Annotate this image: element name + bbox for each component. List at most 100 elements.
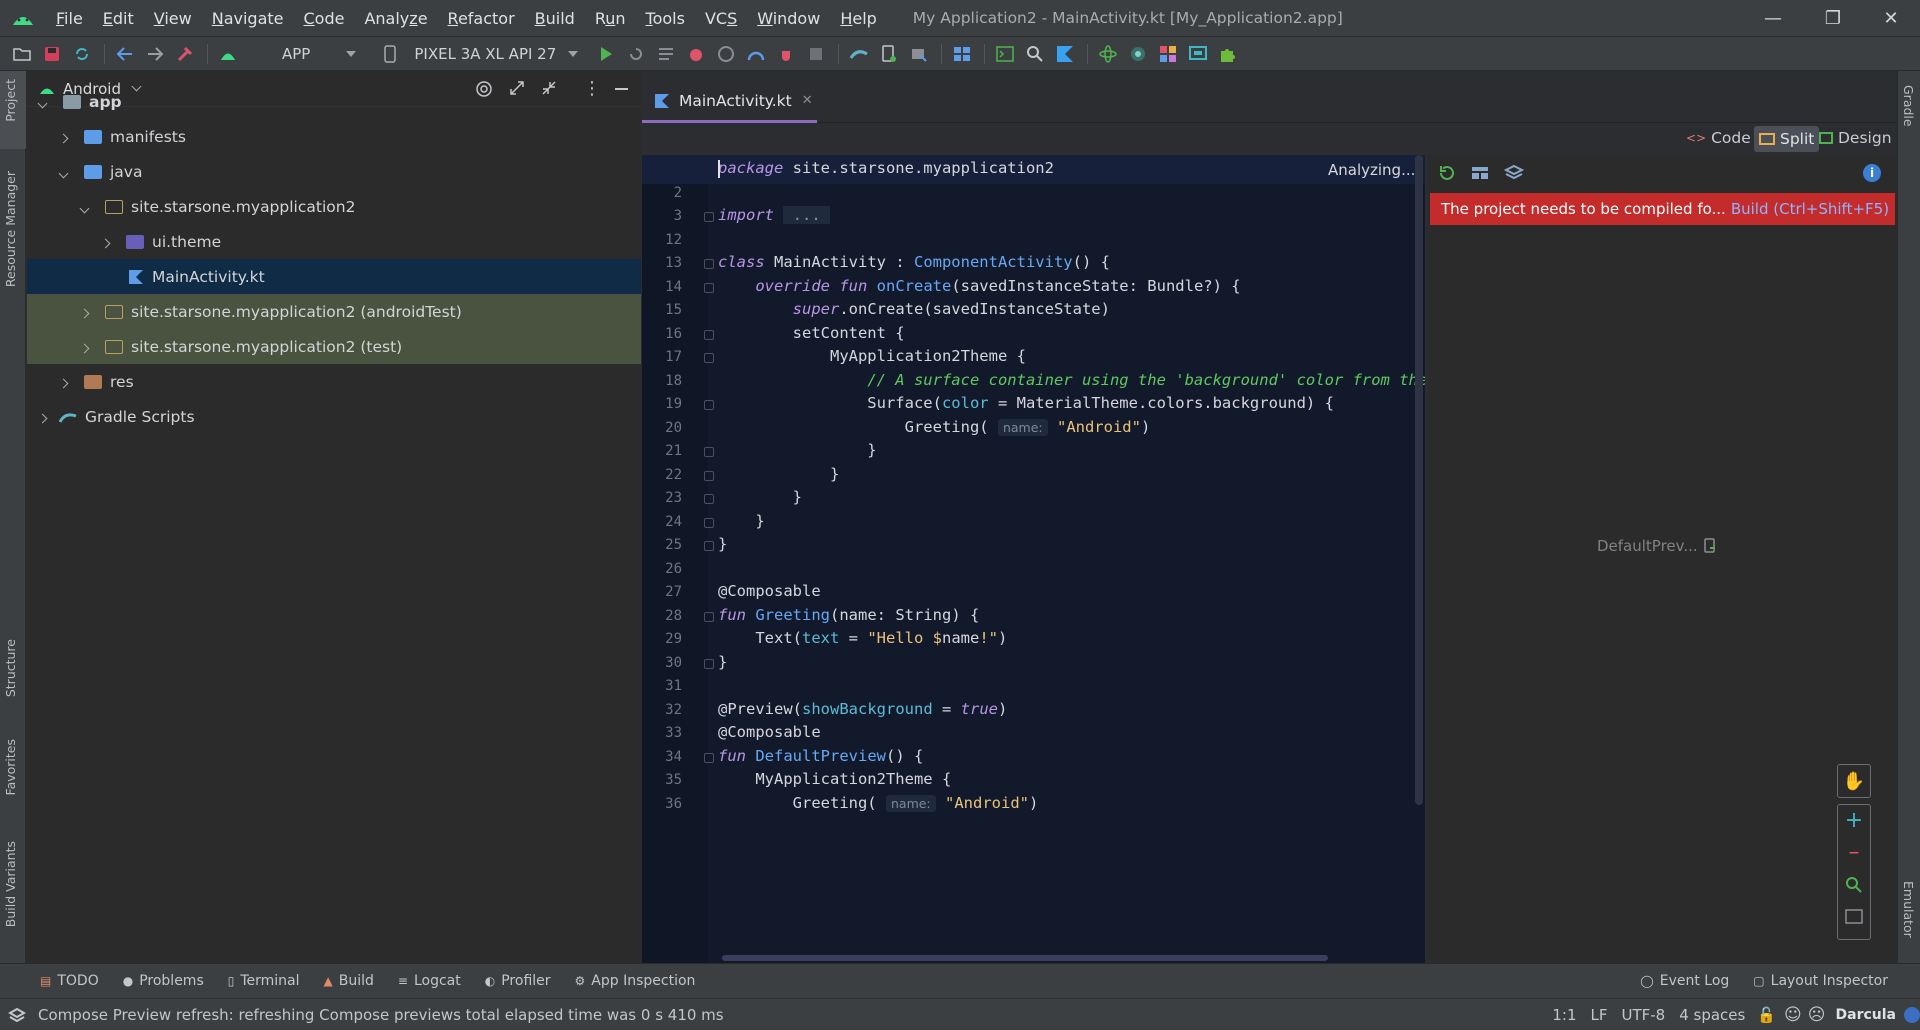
- fold-marker-icon[interactable]: [704, 259, 714, 269]
- project-tool-tab[interactable]: Project: [3, 79, 18, 122]
- avd-manager-icon[interactable]: [875, 40, 903, 68]
- chevron-right-icon[interactable]: [79, 308, 90, 318]
- profile-icon[interactable]: [742, 40, 770, 68]
- fold-marker-icon[interactable]: [704, 611, 714, 622]
- sdk-manager-icon[interactable]: [905, 40, 933, 68]
- gradle-tool-tab[interactable]: Gradle: [1901, 85, 1916, 127]
- menu-view[interactable]: View: [144, 0, 202, 37]
- terminal-icon[interactable]: [991, 40, 1019, 68]
- info-icon[interactable]: i: [1863, 164, 1881, 182]
- tree-item-app[interactable]: app: [27, 84, 641, 119]
- plugin-circle-icon[interactable]: [1124, 40, 1152, 68]
- deploy-preview-icon[interactable]: [1703, 538, 1716, 554]
- zoom-out-icon[interactable]: –: [1838, 837, 1870, 869]
- menu-navigate[interactable]: Navigate: [202, 0, 294, 37]
- save-icon[interactable]: [38, 40, 66, 68]
- lock-icon[interactable]: 🔓: [1757, 1006, 1776, 1024]
- chevron-right-icon[interactable]: [58, 378, 69, 388]
- structure-tool-tab[interactable]: Structure: [3, 639, 18, 697]
- tree-item-java[interactable]: java: [27, 154, 641, 189]
- menu-run[interactable]: Run: [585, 0, 636, 37]
- layers-icon[interactable]: [1503, 164, 1525, 186]
- split-mode-button[interactable]: Split: [1754, 126, 1820, 152]
- tree-item-site-starsone-myapplication2-androidtest[interactable]: site.starsone.myapplication2 (androidTes…: [27, 294, 641, 329]
- tool-window-build[interactable]: ▲ Build: [324, 973, 374, 989]
- menu-vcs[interactable]: VCS: [695, 0, 747, 37]
- vertical-scrollbar[interactable]: [1415, 155, 1423, 805]
- atom-plugin-icon[interactable]: [1094, 40, 1122, 68]
- attach-debugger-icon[interactable]: [772, 40, 800, 68]
- line-separator[interactable]: LF: [1590, 1006, 1607, 1024]
- chevron-down-icon[interactable]: [58, 168, 69, 178]
- smile-icon[interactable]: ☺: [1784, 1005, 1802, 1025]
- tool-window-todo[interactable]: ▤ TODO: [40, 973, 99, 989]
- puzzle-plugin-icon[interactable]: [1214, 40, 1242, 68]
- run-config-dropdown[interactable]: APP: [244, 45, 364, 63]
- tree-item-ui-theme[interactable]: ui.theme: [27, 224, 641, 259]
- device-dropdown[interactable]: PIXEL 3A XL API 27: [406, 45, 586, 63]
- emulator-tool-tab[interactable]: Emulator: [1901, 881, 1916, 938]
- chevron-right-icon[interactable]: [79, 343, 90, 353]
- menu-build[interactable]: Build: [525, 0, 585, 37]
- fold-marker-icon[interactable]: [704, 329, 714, 340]
- menu-analyze[interactable]: Analyze: [354, 0, 437, 37]
- build-hammer-icon[interactable]: [171, 40, 199, 68]
- run-icon[interactable]: [592, 40, 620, 68]
- fold-marker-icon[interactable]: [704, 658, 714, 669]
- tree-item-site-starsone-myapplication2[interactable]: site.starsone.myapplication2: [27, 189, 641, 224]
- zoom-in-icon[interactable]: +: [1838, 805, 1870, 837]
- tree-item-site-starsone-myapplication2-test[interactable]: site.starsone.myapplication2 (test): [27, 329, 641, 364]
- cursor-position[interactable]: 1:1: [1552, 1006, 1576, 1024]
- preview-placeholder[interactable]: DefaultPrev...: [1597, 537, 1716, 555]
- fold-marker-icon[interactable]: [704, 517, 714, 528]
- fold-marker-icon[interactable]: [704, 212, 714, 222]
- menu-tools[interactable]: Tools: [636, 0, 695, 37]
- zoom-fit-icon[interactable]: [1838, 901, 1870, 933]
- close-tab-icon[interactable]: ✕: [802, 93, 813, 108]
- indent-setting[interactable]: 4 spaces: [1679, 1006, 1745, 1024]
- menu-help[interactable]: Help: [830, 0, 886, 37]
- memory-indicator-icon[interactable]: [1904, 1006, 1920, 1023]
- kotlin-icon[interactable]: [1051, 40, 1079, 68]
- resource-manager-tool-tab[interactable]: Resource Manager: [3, 171, 18, 287]
- tree-item-mainactivity-kt[interactable]: MainActivity.kt: [27, 259, 641, 294]
- gradle-sync-icon[interactable]: [845, 40, 873, 68]
- forward-arrow-icon[interactable]: [141, 40, 169, 68]
- fold-marker-icon[interactable]: [704, 400, 714, 410]
- tab-mainactivity[interactable]: MainActivity.kt ✕: [642, 81, 817, 123]
- layout-options-icon[interactable]: [1471, 165, 1489, 185]
- tool-window-logcat[interactable]: ≡ Logcat: [398, 973, 461, 989]
- tool-window-app-inspection[interactable]: ⚙ App Inspection: [575, 973, 696, 989]
- apply-changes-icon[interactable]: [622, 40, 650, 68]
- fold-marker-icon[interactable]: [704, 752, 714, 763]
- fold-marker-icon[interactable]: [704, 470, 714, 481]
- code-editor[interactable]: 12 31 2 13 14 15 16 17 18 19 20 21 22 23 24 25 26 27 28 29 3…: [642, 155, 1425, 963]
- menu-window[interactable]: Window: [747, 0, 830, 37]
- code-mode-button[interactable]: <> Code: [1686, 129, 1751, 147]
- build-link[interactable]: Build (Ctrl+Shift+F5): [1731, 200, 1889, 218]
- tree-item-manifests[interactable]: manifests: [27, 119, 641, 154]
- tool-window-event-log[interactable]: ◯ Event Log: [1640, 973, 1729, 989]
- favorites-tool-tab[interactable]: Favorites: [3, 739, 18, 795]
- minimize-icon[interactable]: —: [1744, 0, 1802, 37]
- status-message[interactable]: Compose Preview refresh: refreshing Comp…: [38, 1006, 724, 1024]
- tree-item-gradle-scripts[interactable]: Gradle Scripts: [27, 399, 641, 434]
- project-structure-icon[interactable]: [948, 40, 976, 68]
- refresh-icon[interactable]: [1438, 164, 1456, 186]
- file-encoding[interactable]: UTF-8: [1621, 1006, 1665, 1024]
- open-folder-icon[interactable]: [8, 40, 36, 68]
- theme-indicator[interactable]: Darcula: [1836, 1007, 1896, 1023]
- frown-icon[interactable]: ☹: [1808, 1005, 1826, 1025]
- restore-icon[interactable]: ❐: [1804, 0, 1862, 37]
- menu-refactor[interactable]: Refactor: [438, 0, 525, 37]
- close-icon[interactable]: ✕: [1862, 0, 1920, 37]
- fold-marker-icon[interactable]: [704, 494, 714, 504]
- design-mode-button[interactable]: Design: [1819, 129, 1892, 147]
- tool-window-problems[interactable]: ● Problems: [123, 973, 204, 989]
- menu-file[interactable]: File: [46, 0, 93, 37]
- back-arrow-icon[interactable]: [111, 40, 139, 68]
- sync-icon[interactable]: [68, 40, 96, 68]
- fold-marker-icon[interactable]: [704, 447, 714, 457]
- layout-plugin-icon[interactable]: [1154, 40, 1182, 68]
- build-variants-tool-tab[interactable]: Build Variants: [3, 841, 18, 927]
